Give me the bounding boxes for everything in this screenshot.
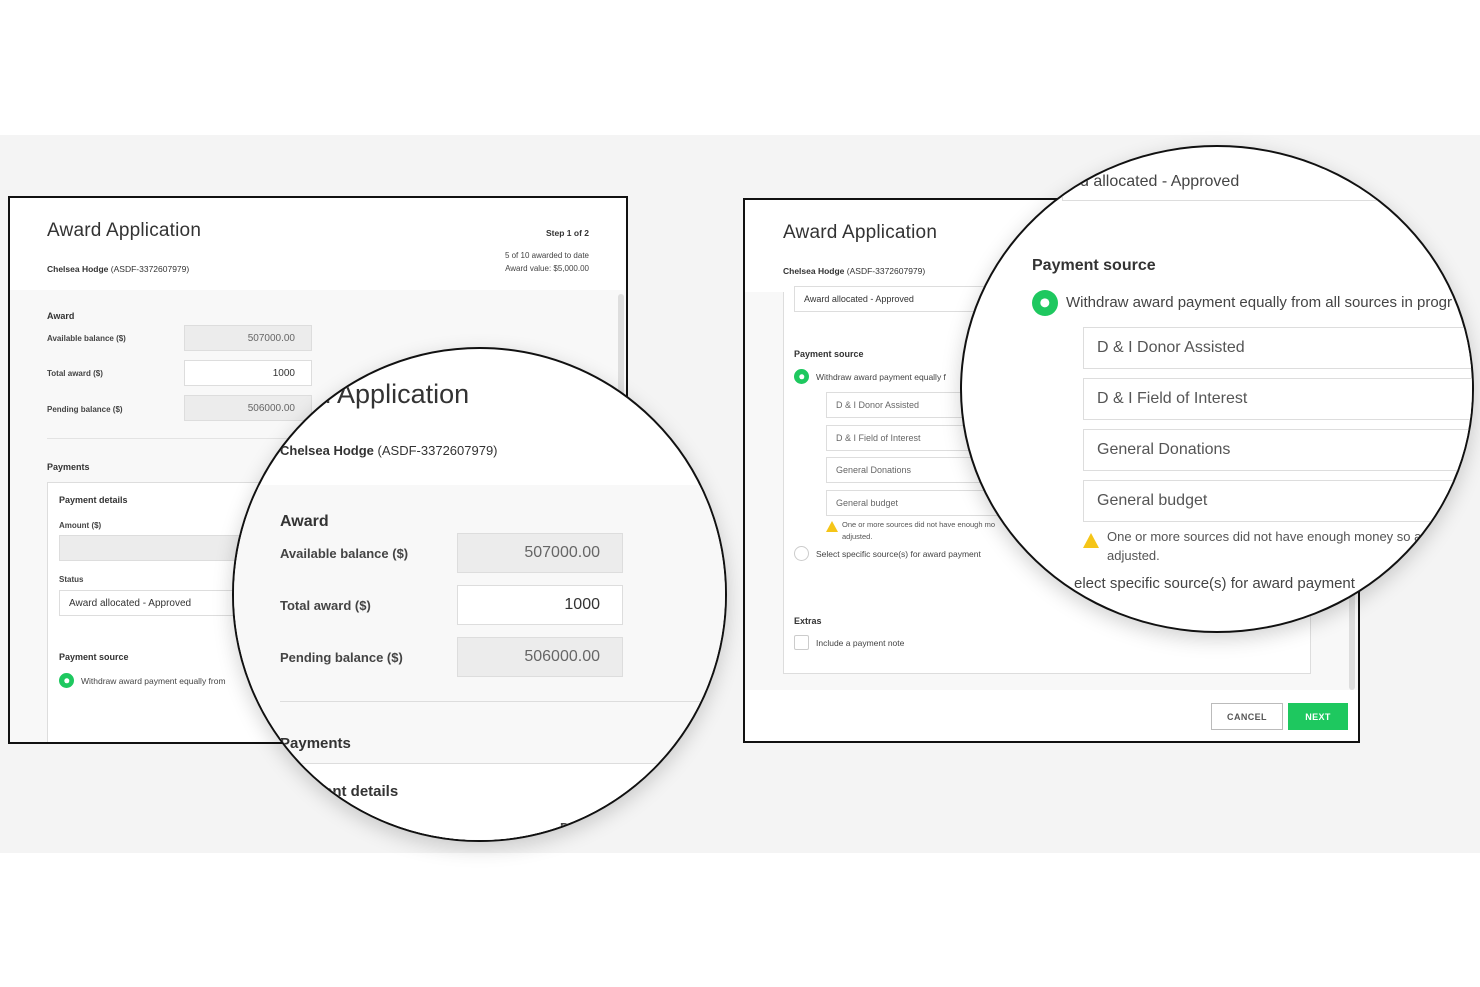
- applicant-info-right: Chelsea Hodge (ASDF-3372607979): [783, 266, 925, 276]
- payment-source-heading: Payment source: [59, 652, 129, 662]
- zoom-status-value: d allocated - Approved: [1080, 173, 1240, 190]
- option-equal-label-right: Withdraw award payment equally f: [816, 372, 946, 382]
- zoom-option-equal-label: Withdraw award payment equally from all …: [1066, 294, 1452, 311]
- extras-heading: Extras: [794, 616, 822, 626]
- page-title: Award Application: [47, 220, 202, 241]
- zoom-available-field: 507000.00: [457, 533, 623, 573]
- available-balance-label: Available balance ($): [47, 334, 126, 343]
- status-label: Status: [59, 575, 84, 584]
- radio-selected-icon[interactable]: [59, 673, 74, 688]
- zoom-divider: [280, 701, 720, 702]
- pending-balance-label: Pending balance ($): [47, 405, 123, 414]
- payment-note-checkbox[interactable]: [794, 635, 809, 650]
- applicant-name-right: Chelsea Hodge: [783, 266, 845, 276]
- applicant-id-right: (ASDF-3372607979): [846, 266, 926, 276]
- payment-note-label: Include a payment note: [816, 638, 905, 648]
- zoom-applicant-name: Chelsea Hodge: [280, 443, 374, 458]
- zoom-warning-message: One or more sources did not have enough …: [1107, 527, 1432, 565]
- zoom-warning-line-2: adjusted.: [1107, 548, 1160, 563]
- option-equal-label: Withdraw award payment equally from: [81, 676, 226, 686]
- zoom-source-general-budget: General budget: [1083, 480, 1472, 522]
- zoom-source-field-of-interest: D & I Field of Interest: [1083, 378, 1472, 420]
- warning-triangle-icon: [826, 521, 838, 532]
- zoom-warning-triangle-icon: [1083, 533, 1099, 548]
- zoom-payments-heading: Payments: [280, 735, 351, 752]
- zoom-source-general-donations: General Donations: [1083, 429, 1472, 471]
- warning-message: One or more sources did not have enough …: [842, 519, 995, 543]
- next-button[interactable]: NEXT: [1288, 703, 1348, 730]
- zoom-circle-award: d Application Chelsea Hodge (ASDF-337260…: [232, 347, 727, 842]
- award-heading: Award: [47, 311, 75, 321]
- page-title-right: Award Application: [783, 222, 938, 243]
- awarded-count: 5 of 10 awarded to date: [504, 251, 589, 260]
- amount-label: Amount ($): [59, 521, 102, 530]
- radio-selected-icon-right[interactable]: [794, 369, 809, 384]
- zoom-total-input[interactable]: 1000: [457, 585, 623, 625]
- status-field[interactable]: Award allocated - Approved: [59, 590, 259, 616]
- award-value: Award value: $5,000.00: [505, 264, 589, 273]
- cancel-button[interactable]: CANCEL: [1211, 703, 1283, 730]
- radio-unselected-icon[interactable]: [794, 546, 809, 561]
- zoom-circle-payment-source: d allocated - Approved Payment source Wi…: [960, 145, 1474, 633]
- warning-line-1: One or more sources did not have enough …: [842, 520, 996, 529]
- total-award-label: Total award ($): [47, 369, 103, 378]
- zoom-available-label: Available balance ($): [280, 546, 409, 561]
- step-indicator: Step 1 of 2: [546, 228, 589, 238]
- option-specific-label: Select specific source(s) for award paym…: [816, 549, 981, 559]
- total-award-input[interactable]: 1000: [184, 360, 312, 386]
- zoom-award-heading: Award: [280, 513, 329, 530]
- zoom-pending-field: 506000.00: [457, 637, 623, 677]
- applicant-name: Chelsea Hodge: [47, 264, 109, 274]
- zoom-pending-label: Pending balance ($): [280, 650, 403, 665]
- applicant-info: Chelsea Hodge (ASDF-3372607979): [47, 264, 189, 274]
- zoom-payment-source-heading: Payment source: [1032, 257, 1156, 274]
- zoom-option-specific-label: elect specific source(s) for award payme…: [1074, 575, 1355, 592]
- zoom-payment-details-heading: ent details: [324, 783, 399, 800]
- payments-heading: Payments: [47, 462, 90, 472]
- amount-field: 100: [59, 535, 259, 561]
- pending-balance-field: 506000.00: [184, 395, 312, 421]
- zoom-total-label: Total award ($): [280, 598, 371, 613]
- payment-details-heading: Payment details: [59, 495, 128, 505]
- zoom-date-label: D: [560, 820, 570, 835]
- zoom-payment-card: [294, 763, 725, 840]
- zoom-applicant-id: (ASDF-3372607979): [377, 443, 498, 458]
- zoom-source-donor-assisted: D & I Donor Assisted: [1083, 327, 1472, 369]
- applicant-id: (ASDF-3372607979): [110, 264, 190, 274]
- zoom-warning-line-1: One or more sources did not have enough …: [1107, 529, 1433, 544]
- zoom-applicant-info: Chelsea Hodge (ASDF-3372607979): [280, 443, 498, 458]
- warning-line-2: adjusted.: [842, 532, 873, 541]
- payment-source-heading-right: Payment source: [794, 349, 864, 359]
- zoom-radio-selected-icon[interactable]: [1032, 290, 1058, 316]
- zoom-title: d Application: [316, 379, 470, 409]
- available-balance-field: 507000.00: [184, 325, 312, 351]
